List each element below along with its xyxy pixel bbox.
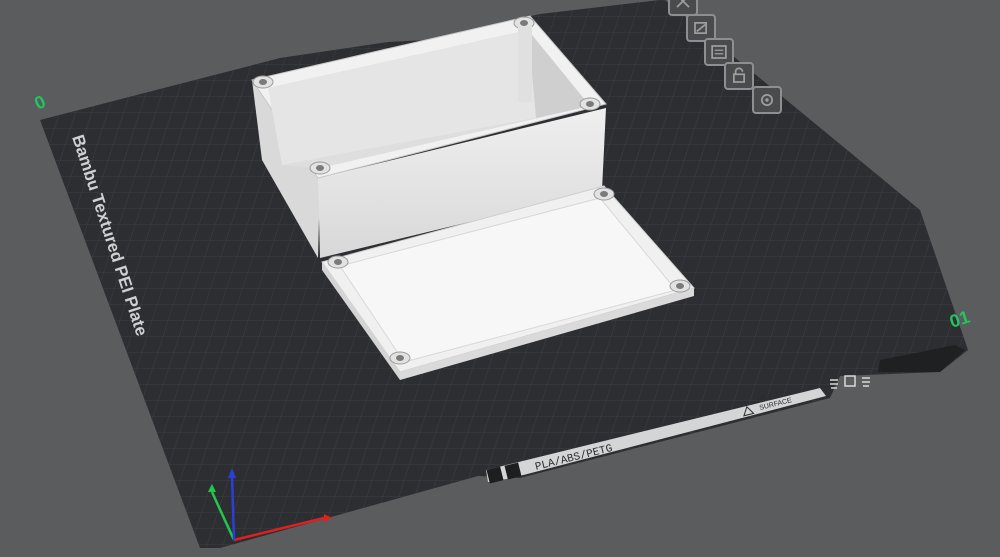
plate-corner-label-left: 0 [31,91,49,113]
lock-icon[interactable] [724,62,754,90]
gear-icon[interactable] [752,86,782,114]
3d-viewport[interactable]: Bambu Textured PEI Plate 0 01 PLA/ABS/PE… [0,0,1000,557]
